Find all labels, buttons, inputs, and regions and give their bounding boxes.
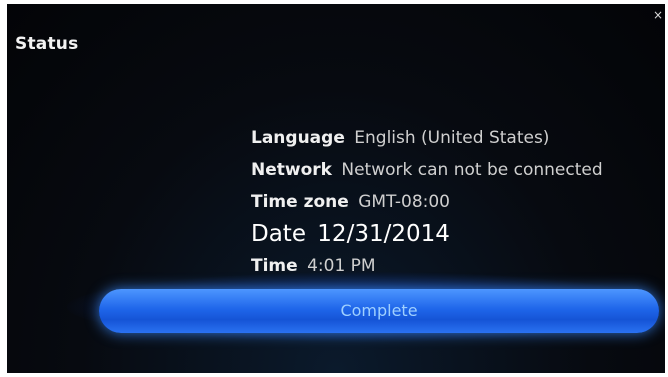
date-label: Date	[251, 221, 306, 247]
language-row: Language English (United States)	[251, 122, 603, 154]
close-icon[interactable]: ×	[653, 8, 663, 22]
status-screen: Status × Language English (United States…	[7, 4, 665, 373]
network-label: Network	[251, 160, 332, 180]
complete-button[interactable]: Complete	[99, 289, 659, 333]
date-row: Date 12/31/2014	[251, 218, 603, 250]
date-value: 12/31/2014	[317, 221, 450, 247]
timezone-label: Time zone	[251, 192, 349, 212]
language-label: Language	[251, 128, 345, 148]
status-info: Language English (United States) Network…	[251, 122, 603, 282]
timezone-value: GMT-08:00	[358, 192, 450, 212]
language-value: English (United States)	[354, 128, 550, 148]
network-value: Network can not be connected	[341, 160, 603, 180]
page-title: Status	[15, 34, 79, 54]
timezone-row: Time zone GMT-08:00	[251, 186, 603, 218]
network-row: Network Network can not be connected	[251, 154, 603, 186]
